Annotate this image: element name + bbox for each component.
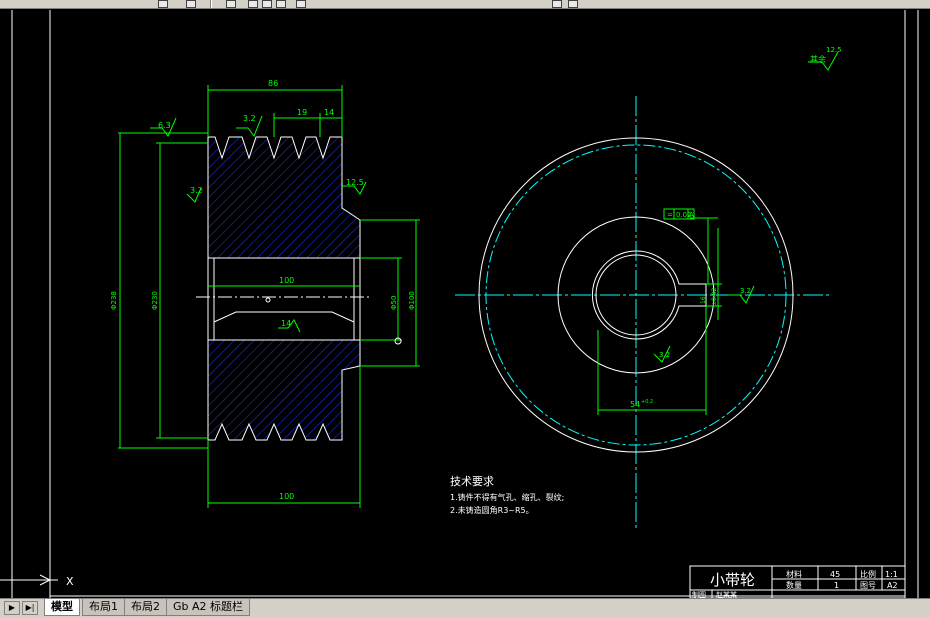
layer-icon[interactable] xyxy=(226,0,236,8)
lock-icon[interactable] xyxy=(262,0,272,8)
layout-tabs-bar: ▶ ▶| 模型 布局1 布局2 Gb A2 标题栏 xyxy=(0,598,930,617)
drawing-no-label: 图号 xyxy=(860,581,876,590)
technical-notes: 技术要求 1.铸件不得有气孔、缩孔、裂纹; 2.未铸造圆角R3~R5。 xyxy=(450,475,564,515)
tab-nav-prev-button[interactable]: ▶| xyxy=(22,601,38,615)
dim-width-top: 86 xyxy=(268,79,278,88)
dim-key-width: 54 xyxy=(630,400,640,409)
notes-heading: 技术要求 xyxy=(450,475,494,488)
part-name: 小带轮 xyxy=(710,571,755,589)
material-label: 材料 xyxy=(786,569,802,579)
toolbar-separator xyxy=(210,0,212,8)
pulley-section-hatch xyxy=(207,136,361,259)
tab-layout2[interactable]: 布局2 xyxy=(124,599,167,616)
ucs-x-label: X xyxy=(66,575,74,588)
drawing-no-value: A2 xyxy=(887,581,898,590)
dim-hub-diam: Φ100 xyxy=(408,291,416,310)
cad-drawing: 86 19 14 100 100 14 6.3 3.2 3.2 12.5 Φ23… xyxy=(0,10,919,598)
toolbar xyxy=(0,0,930,9)
qty-value: 1 xyxy=(834,581,839,590)
material-value: 45 xyxy=(830,570,840,579)
drawn-label: 制图 xyxy=(692,590,706,598)
rough-r6: 3.2 xyxy=(659,351,670,359)
section-view xyxy=(196,136,370,441)
drawn-by: 赵某某 xyxy=(716,590,737,598)
tab-nav-first-button[interactable]: ▶ xyxy=(4,601,20,615)
qty-label: 数量 xyxy=(786,580,802,590)
color-icon[interactable] xyxy=(276,0,286,8)
title-block-text: 小带轮 材料 45 比例 1:1 数量 1 图号 A2 制图 赵某某 xyxy=(692,569,898,598)
dim-width-bottom: 100 xyxy=(279,492,294,501)
rough-r5: 3.2 xyxy=(740,287,751,295)
tab-gb-a2[interactable]: Gb A2 标题栏 xyxy=(166,599,251,616)
tol-datum: A xyxy=(689,211,694,219)
pulley-section-hatch-lower xyxy=(207,339,361,441)
dim-bore: Φ50 xyxy=(390,296,398,310)
scale-label: 比例 xyxy=(860,569,876,579)
tol-symbol: = xyxy=(667,211,673,219)
plot-icon[interactable] xyxy=(568,0,578,8)
layer-tools-icon[interactable] xyxy=(296,0,306,8)
dim-groove: 14 xyxy=(324,108,334,117)
front-view xyxy=(455,96,832,530)
dim-hub: 100 xyxy=(279,276,294,285)
properties-icon[interactable] xyxy=(186,0,196,8)
tab-model[interactable]: 模型 xyxy=(44,599,80,616)
rough-r1: 6.3 xyxy=(158,121,171,130)
drawing-canvas[interactable]: 86 19 14 100 100 14 6.3 3.2 3.2 12.5 Φ23… xyxy=(0,10,930,598)
dim-pitch: 19 xyxy=(297,108,307,117)
tab-layout1[interactable]: 布局1 xyxy=(82,599,125,616)
scale-value: 1:1 xyxy=(885,570,898,579)
rough-rest-value: 12.5 xyxy=(826,46,842,54)
notes-line-1: 1.铸件不得有气孔、缩孔、裂纹; xyxy=(450,492,564,502)
dim-key-tol: +0.2 xyxy=(641,399,653,405)
dim-diam-outer: Φ238 xyxy=(110,291,118,310)
front-dimensions xyxy=(597,51,839,415)
front-dim-text: = 0.02 A 54 +0.2 3.2 3.2 其余 12.5 xyxy=(630,46,842,409)
dim-chamfer: 14 xyxy=(281,319,291,328)
ucs-icon: X xyxy=(0,574,74,588)
rough-r2: 3.2 xyxy=(243,114,256,123)
rough-rest-label: 其余 xyxy=(810,54,826,64)
rough-r4: 12.5 xyxy=(346,178,364,187)
match-icon[interactable] xyxy=(552,0,562,8)
dim-key-depth-tol: ±0.02 xyxy=(711,287,718,306)
save-icon[interactable] xyxy=(158,0,168,8)
rough-r3: 3.2 xyxy=(190,186,203,195)
sun-icon[interactable] xyxy=(248,0,258,8)
dim-diam-pitch: Φ230 xyxy=(151,291,159,310)
notes-line-2: 2.未铸造圆角R3~R5。 xyxy=(450,505,534,515)
dim-key-depth: 16 xyxy=(700,296,707,304)
